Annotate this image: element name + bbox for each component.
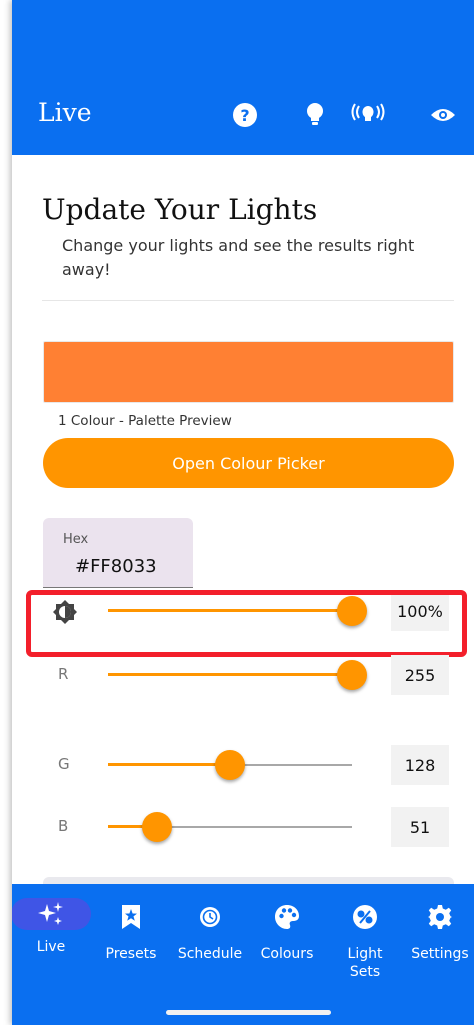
blue-slider-row: B 51 [12,805,474,849]
section-heading: Update Your Lights [42,193,318,226]
clock-icon [198,901,222,933]
green-fill [108,763,231,766]
bottom-nav: Live Presets Schedule Colours Light Sets [12,884,474,1025]
svg-text:?: ? [240,106,249,125]
green-thumb[interactable] [215,750,246,780]
lightbulb-icon[interactable] [300,100,330,130]
tab-schedule[interactable]: Schedule [170,884,250,984]
tab-label: Live [36,939,66,955]
palette-icon [274,901,300,933]
blue-thumb[interactable] [141,812,172,842]
tab-presets[interactable]: Presets [96,884,166,984]
gear-icon [427,901,453,933]
tab-label: Schedule [177,946,243,962]
section-subtitle: Change your lights and see the results r… [62,236,415,279]
hex-field-value[interactable]: #FF8033 [75,556,157,577]
help-icon[interactable]: ? [230,100,260,130]
tab-colours[interactable]: Colours [254,884,320,984]
tab-settings[interactable]: Settings [406,884,474,984]
bookmark-star-icon [120,901,142,933]
tab-live[interactable]: Live [12,884,91,984]
open-colour-picker-button[interactable]: Open Colour Picker [43,438,454,488]
tab-label: Presets [105,946,157,962]
blue-value[interactable]: 51 [391,807,449,847]
tab-label: Light Sets [347,946,383,980]
page-title: Live [38,98,92,127]
highlight-box [26,590,467,657]
sparkles-icon [12,898,91,930]
tab-label: Colours [260,946,314,962]
blue-label: B [58,817,69,835]
home-indicator [166,1010,331,1015]
palette-preview-label: 1 Colour - Palette Preview [58,413,232,429]
hex-field-label: Hex [63,532,89,547]
red-label: R [58,665,69,683]
green-value[interactable]: 128 [391,745,449,785]
tab-light-sets[interactable]: Light Sets [332,884,398,984]
red-fill [108,673,352,676]
divider [42,300,454,301]
red-slider-row: R 255 [12,653,474,697]
eye-icon[interactable] [428,100,458,130]
top-bar: Live ? [12,0,474,155]
palette-preview-swatch [43,341,454,403]
tab-label: Settings [411,946,469,962]
green-label: G [58,755,70,773]
light-sets-icon [352,901,378,933]
hex-field[interactable]: Hex #FF8033 [43,518,193,588]
app-frame: Live ? Update Your Lights Change your li… [12,0,474,1025]
broadcast-light-icon[interactable] [348,100,388,130]
red-value[interactable]: 255 [391,655,449,695]
red-thumb[interactable] [337,660,367,690]
green-slider-row: G 128 [12,743,474,787]
